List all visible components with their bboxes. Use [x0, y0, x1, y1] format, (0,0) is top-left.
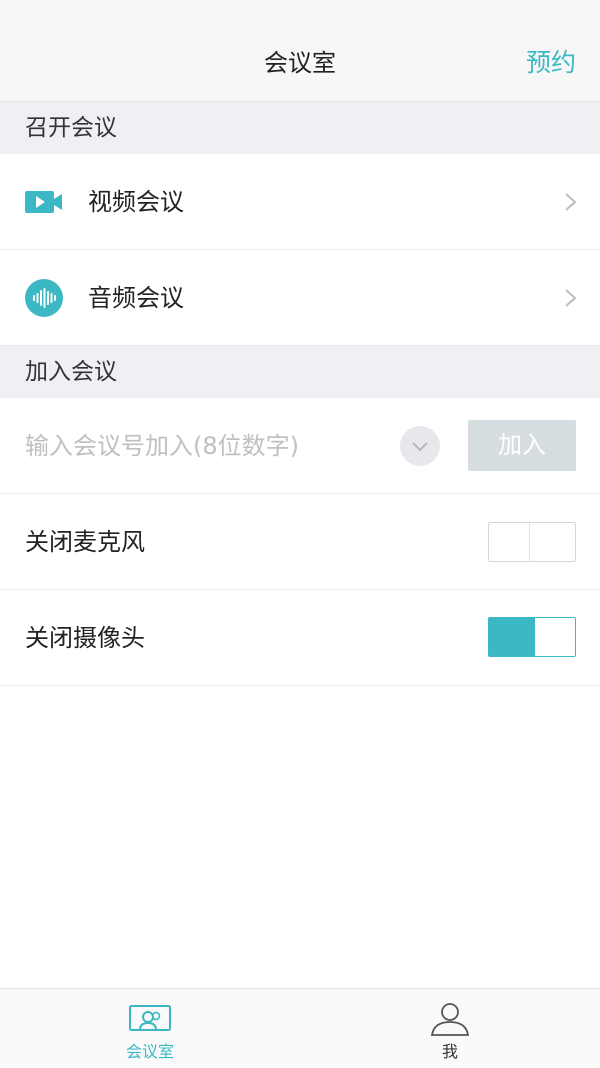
section-header-join: 加入会议	[0, 346, 600, 398]
chevron-right-icon	[565, 289, 577, 307]
tab-bar: 会议室 我	[0, 988, 600, 1067]
page-title: 会议室	[264, 49, 336, 77]
tab-label-meeting-room: 会议室	[125, 1042, 174, 1061]
audio-wave-icon	[25, 279, 63, 317]
meeting-number-input[interactable]	[25, 398, 395, 494]
toggle-divider	[529, 523, 530, 561]
join-button[interactable]: 加入	[468, 420, 576, 471]
schedule-button[interactable]: 预约	[526, 44, 576, 82]
toggle-knob	[535, 618, 575, 656]
chevron-right-icon	[565, 193, 577, 211]
video-meeting-row[interactable]: 视频会议	[0, 154, 600, 250]
audio-meeting-label: 音频会议	[88, 284, 184, 312]
camera-off-row: 关闭摄像头	[0, 590, 600, 686]
mute-mic-label: 关闭麦克风	[25, 528, 145, 556]
camera-off-label: 关闭摄像头	[25, 624, 145, 652]
tab-label-me: 我	[441, 1042, 458, 1061]
video-meeting-label: 视频会议	[88, 188, 184, 216]
history-dropdown-button[interactable]	[400, 426, 440, 466]
toggle-knob	[489, 523, 529, 561]
toggle-fill	[489, 618, 535, 656]
tab-meeting-room[interactable]: 会议室	[0, 989, 300, 1068]
section-header-start: 召开会议	[0, 102, 600, 154]
chevron-down-icon	[412, 442, 428, 452]
audio-meeting-row[interactable]: 音频会议	[0, 250, 600, 346]
mute-mic-row: 关闭麦克风	[0, 494, 600, 590]
camera-off-toggle[interactable]	[488, 617, 576, 657]
tab-me[interactable]: 我	[300, 989, 600, 1068]
nav-bar: 会议室 预约	[0, 0, 600, 102]
person-icon	[430, 1003, 470, 1036]
meeting-room-icon	[129, 1005, 171, 1031]
video-camera-icon	[25, 191, 62, 213]
mute-mic-toggle[interactable]	[488, 522, 576, 562]
